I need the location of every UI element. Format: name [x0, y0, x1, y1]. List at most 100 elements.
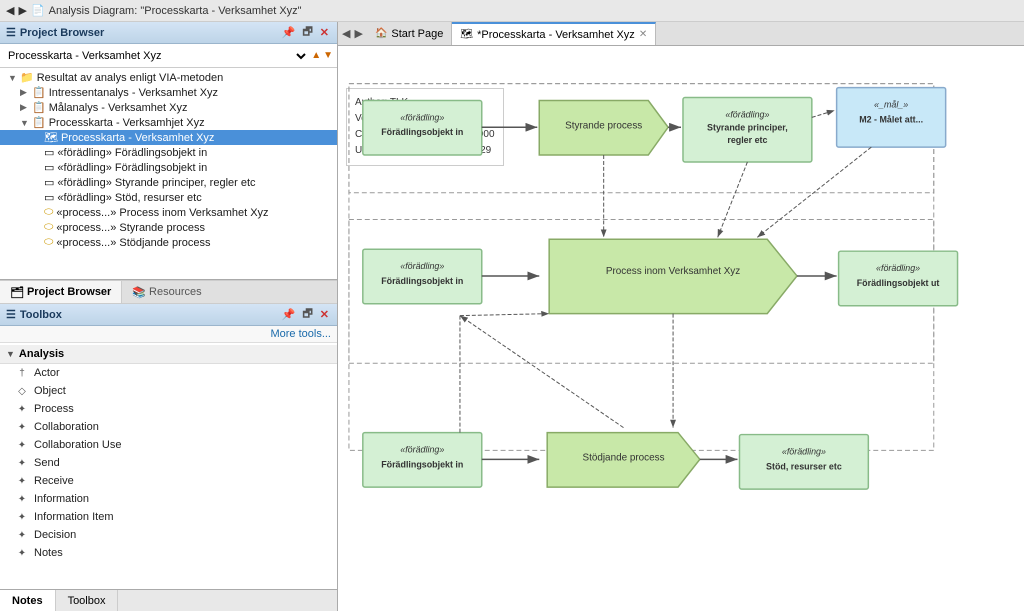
tab-start-page[interactable]: 🏠 Start Page — [367, 22, 452, 45]
nav-next-icon[interactable]: ▶ — [354, 27, 362, 40]
shape-icon: ▭ — [44, 191, 54, 204]
doc-icon: 📋 — [32, 101, 46, 114]
process-icon: ⬭ — [44, 236, 53, 249]
item-label: Processkarta - Verksamhjet Xyz — [49, 117, 205, 129]
process-icon: ⬭ — [44, 221, 53, 234]
item-label: «förädling» Förädlingsobjekt in — [57, 162, 207, 174]
toolbox-item-label: Collaboration Use — [34, 439, 121, 451]
collaboration-icon: ✦ — [16, 422, 28, 433]
object-icon: ◇ — [16, 386, 28, 397]
project-browser-header: ☰ Project Browser 📌 🗗 ✕ — [0, 22, 337, 44]
svg-text:Förädlingsobjekt in: Förädlingsobjekt in — [381, 459, 463, 469]
tree-item[interactable]: ▼ 📁 Resultat av analys enligt VIA-metode… — [0, 70, 337, 85]
header-icons: 📌 🗗 ✕ — [280, 22, 331, 43]
svg-text:«förädling»: «förädling» — [400, 444, 444, 454]
toolbox-header: ☰ Toolbox 📌 🗗 ✕ — [0, 304, 337, 326]
toolbox-item-collaboration[interactable]: ✦ Collaboration — [0, 418, 337, 436]
tree-arrow: ▼ — [20, 118, 30, 128]
tab-label: Start Page — [391, 28, 443, 40]
tree-item[interactable]: ▼ 📋 Processkarta - Verksamhjet Xyz — [0, 115, 337, 130]
toolbox-item-receive[interactable]: ✦ Receive — [0, 472, 337, 490]
toolbox-item-label: Process — [34, 403, 74, 415]
nav-up-icon[interactable]: ▲ — [311, 50, 321, 61]
tree-item[interactable]: ▭ «förädling» Stöd, resurser etc — [0, 190, 337, 205]
header-icons: 📌 🗗 ✕ — [280, 304, 331, 325]
item-label: Processkarta - Verksamhet Xyz — [61, 132, 214, 144]
toolbox-item-label: Send — [34, 457, 60, 469]
pin-icon[interactable]: 📌 — [280, 25, 298, 40]
bottom-tab-bar: Notes Toolbox — [0, 589, 337, 611]
tree-item[interactable]: ▭ «förädling» Förädlingsobjekt in — [0, 160, 337, 175]
close-icon[interactable]: ✕ — [318, 25, 331, 40]
float-icon[interactable]: 🗗 — [300, 304, 314, 325]
main-layout: ☰ Project Browser 📌 🗗 ✕ Processkarta - V… — [0, 22, 1024, 611]
tree-arrow: ▶ — [20, 102, 30, 113]
tab-label: Project Browser — [27, 286, 111, 298]
nav-down-icon[interactable]: ▼ — [323, 50, 333, 61]
tab-label: Resources — [149, 286, 202, 298]
svg-text:Stödjande process: Stödjande process — [582, 452, 664, 463]
tab-processkarta[interactable]: 🗺 *Processkarta - Verksamhet Xyz ✕ — [452, 22, 656, 45]
doc-icon: 📋 — [32, 116, 46, 129]
right-panel: ◀ ▶ 🏠 Start Page 🗺 *Processkarta - Verks… — [338, 22, 1024, 611]
information-icon: ✦ — [16, 494, 28, 505]
tree-item[interactable]: ▶ 📋 Intressentanalys - Verksamhet Xyz — [0, 85, 337, 100]
more-tools-link[interactable]: More tools... — [0, 326, 337, 343]
project-browser-panel: ☰ Project Browser 📌 🗗 ✕ Processkarta - V… — [0, 22, 337, 280]
tree-item[interactable]: ⬭ «process...» Stödjande process — [0, 235, 337, 250]
actor-icon: † — [16, 368, 28, 379]
nav-prev-icon[interactable]: ◀ — [342, 27, 350, 40]
toolbox-item-information-item[interactable]: ✦ Information Item — [0, 508, 337, 526]
svg-text:Förädlingsobjekt ut: Förädlingsobjekt ut — [857, 278, 940, 288]
tree-item-selected[interactable]: 🗺 Processkarta - Verksamhet Xyz — [0, 130, 337, 145]
tab-icon: 🗂 — [10, 286, 24, 299]
svg-text:Stöd, resurser etc: Stöd, resurser etc — [766, 461, 842, 471]
tab-resources[interactable]: 📚 Resources — [122, 281, 211, 303]
close-icon[interactable]: ✕ — [318, 307, 331, 322]
toolbox-item-information[interactable]: ✦ Information — [0, 490, 337, 508]
tree-item[interactable]: ⬭ «process...» Process inom Verksamhet X… — [0, 205, 337, 220]
toolbox-item-label: Decision — [34, 529, 76, 541]
browser-tab-bar: 🗂 Project Browser 📚 Resources — [0, 280, 337, 304]
toolbox-item-decision[interactable]: ✦ Decision — [0, 526, 337, 544]
svg-text:Styrande process: Styrande process — [565, 120, 642, 131]
tree-arrow: ▶ — [20, 87, 30, 98]
svg-text:Process inom Verksamhet Xyz: Process inom Verksamhet Xyz — [606, 266, 740, 277]
toolbox-item-process[interactable]: ✦ Process — [0, 400, 337, 418]
pin-icon[interactable]: 📌 — [280, 307, 298, 322]
project-browser-title: Project Browser — [20, 27, 104, 39]
section-label: Analysis — [19, 348, 64, 360]
item-label: «process...» Process inom Verksamhet Xyz — [56, 207, 268, 219]
toolbox-item-actor[interactable]: † Actor — [0, 364, 337, 382]
tree-selector-dropdown[interactable]: Processkarta - Verksamhet Xyz — [4, 49, 309, 63]
tree-content: ▼ 📁 Resultat av analys enligt VIA-metode… — [0, 68, 337, 279]
item-label: «förädling» Styrande principer, regler e… — [57, 177, 255, 189]
item-label: «process...» Styrande process — [56, 222, 205, 234]
tab-project-browser[interactable]: 🗂 Project Browser — [0, 281, 122, 303]
toolbox-item-label: Actor — [34, 367, 60, 379]
diagram-tab-icon: 🗺 — [460, 29, 473, 40]
tab-close-button[interactable]: ✕ — [639, 29, 647, 40]
header-left: ☰ Toolbox — [6, 308, 62, 321]
tree-item[interactable]: ▶ 📋 Målanalys - Verksamhet Xyz — [0, 100, 337, 115]
send-icon: ✦ — [16, 458, 28, 469]
bottom-tab-label: Notes — [12, 595, 43, 607]
left-panel: ☰ Project Browser 📌 🗗 ✕ Processkarta - V… — [0, 22, 338, 611]
diagram-canvas[interactable]: Author: TLK Version: 0.1 Created: 2018-0… — [338, 46, 1024, 611]
tree-item[interactable]: ▭ «förädling» Styrande principer, regler… — [0, 175, 337, 190]
tree-item[interactable]: ⬭ «process...» Styrande process — [0, 220, 337, 235]
toolbox-item-collaboration-use[interactable]: ✦ Collaboration Use — [0, 436, 337, 454]
svg-text:«förädling»: «förädling» — [725, 109, 769, 119]
bottom-tab-toolbox[interactable]: Toolbox — [56, 590, 119, 611]
tree-selector[interactable]: Processkarta - Verksamhet Xyz ▲ ▼ — [0, 44, 337, 68]
breadcrumb-icon2: ▶ — [18, 4, 26, 17]
toolbox-item-notes[interactable]: ✦ Notes — [0, 544, 337, 562]
bottom-tab-notes[interactable]: Notes — [0, 590, 56, 611]
toolbox-item-send[interactable]: ✦ Send — [0, 454, 337, 472]
toolbox-item-object[interactable]: ◇ Object — [0, 382, 337, 400]
svg-text:«förädling»: «förädling» — [876, 263, 920, 273]
tree-item[interactable]: ▭ «förädling» Förädlingsobjekt in — [0, 145, 337, 160]
section-header[interactable]: ▼ Analysis — [0, 345, 337, 364]
float-icon[interactable]: 🗗 — [300, 22, 314, 43]
svg-text:«_mål_»: «_mål_» — [874, 99, 908, 109]
